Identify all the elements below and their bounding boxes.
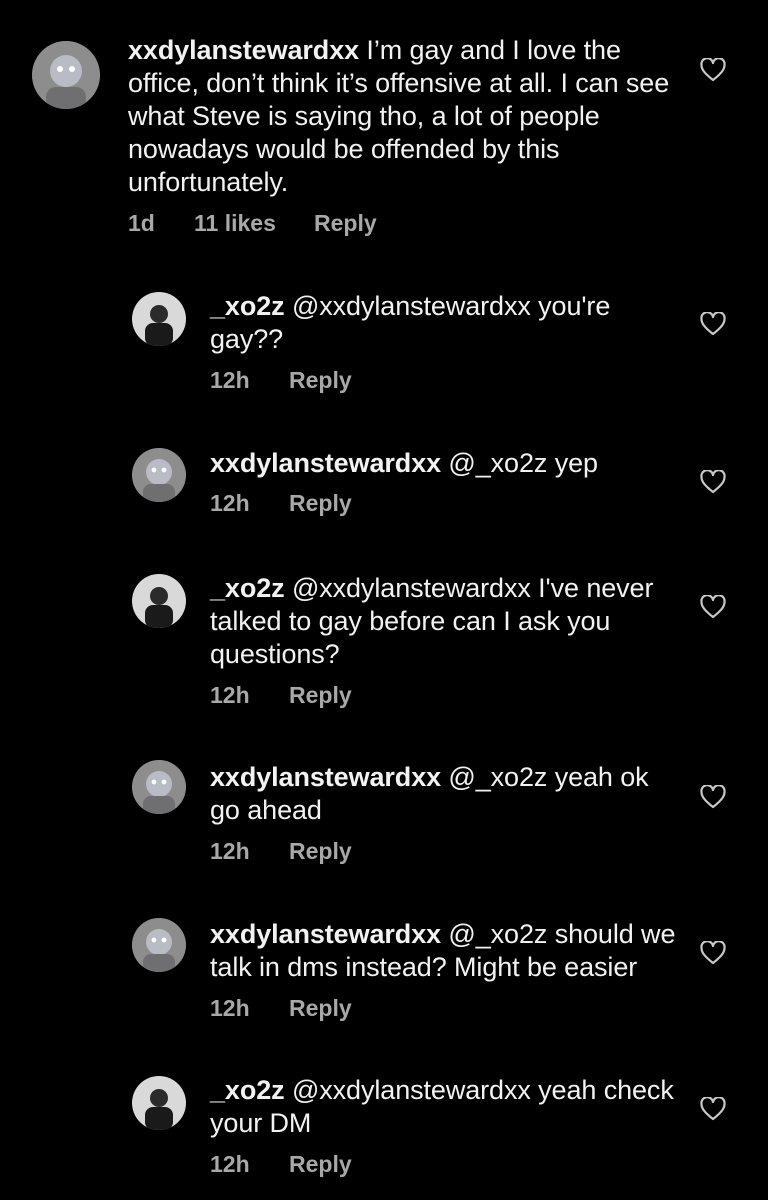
username[interactable]: xxdylanstewardxx [210, 448, 441, 478]
heart-outline-icon[interactable] [700, 785, 726, 809]
comment-text: _xo2z @xxdylanstewardxx yeah check your … [210, 1074, 680, 1140]
comment-message: @_xo2z yep [441, 448, 598, 478]
reply-button[interactable]: Reply [289, 367, 352, 394]
reply-button[interactable]: Reply [289, 838, 352, 865]
comment-text: xxdylanstewardxx @_xo2z yeah ok go ahead [210, 761, 680, 827]
heart-outline-icon[interactable] [700, 1097, 726, 1121]
comment-meta: 12h Reply [210, 682, 352, 709]
comment-meta: 12h Reply [210, 490, 352, 517]
comment-text: xxdylanstewardxx I’m gay and I love the … [128, 34, 688, 199]
avatar[interactable] [132, 448, 186, 502]
comment-text: xxdylanstewardxx @_xo2z should we talk i… [210, 918, 680, 984]
heart-outline-icon[interactable] [700, 470, 726, 494]
heart-outline-icon[interactable] [700, 58, 726, 82]
username[interactable]: xxdylanstewardxx [210, 919, 441, 949]
avatar[interactable] [132, 574, 186, 628]
reply-button[interactable]: Reply [314, 210, 377, 237]
reply-button[interactable]: Reply [289, 682, 352, 709]
comment-text: xxdylanstewardxx @_xo2z yep [210, 447, 680, 480]
username[interactable]: xxdylanstewardxx [210, 762, 441, 792]
timestamp: 12h [210, 1151, 250, 1177]
heart-outline-icon[interactable] [700, 312, 726, 336]
username[interactable]: _xo2z [210, 1075, 285, 1105]
timestamp: 12h [210, 838, 250, 864]
comment-meta: 12h Reply [210, 1151, 352, 1178]
reply-button[interactable]: Reply [289, 1151, 352, 1178]
comment-text: _xo2z @xxdylanstewardxx you're gay?? [210, 290, 680, 356]
timestamp: 12h [210, 490, 250, 516]
avatar[interactable] [32, 41, 100, 109]
timestamp: 12h [210, 682, 250, 708]
reply-button[interactable]: Reply [289, 490, 352, 517]
avatar[interactable] [132, 918, 186, 972]
timestamp: 12h [210, 367, 250, 393]
comment-meta: 12h Reply [210, 367, 352, 394]
heart-outline-icon[interactable] [700, 941, 726, 965]
username[interactable]: _xo2z [210, 573, 285, 603]
reply-button[interactable]: Reply [289, 995, 352, 1022]
comment-meta: 1d 11 likes Reply [128, 210, 377, 237]
avatar[interactable] [132, 1076, 186, 1130]
heart-outline-icon[interactable] [700, 595, 726, 619]
username[interactable]: xxdylanstewardxx [128, 35, 359, 65]
comment-text: _xo2z @xxdylanstewardxx I've never talke… [210, 572, 680, 671]
comment-meta: 12h Reply [210, 838, 352, 865]
timestamp: 12h [210, 995, 250, 1021]
comment-meta: 12h Reply [210, 995, 352, 1022]
likes-count[interactable]: 11 likes [194, 210, 314, 237]
avatar[interactable] [132, 292, 186, 346]
timestamp: 1d [128, 210, 155, 236]
username[interactable]: _xo2z [210, 291, 285, 321]
avatar[interactable] [132, 760, 186, 814]
